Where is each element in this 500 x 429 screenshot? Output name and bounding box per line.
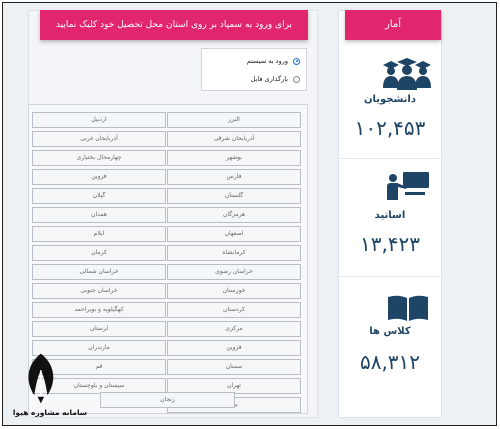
province-button[interactable]: خوزستان xyxy=(167,283,301,299)
province-button[interactable]: چهارمحال بختیاری xyxy=(32,150,166,166)
teacher-icon xyxy=(387,172,429,200)
stat-divider xyxy=(338,158,442,159)
province-button[interactable]: کرمانشاه xyxy=(167,245,301,261)
radio-upload[interactable]: بارگذاری فایل xyxy=(202,70,306,88)
province-button[interactable]: آذربایجان غربی xyxy=(32,131,166,147)
students-count: ۱۰۲,۴۵۳ xyxy=(354,116,426,140)
province-button[interactable]: کهگیلویه و بویراحمد xyxy=(32,302,166,318)
teachers-count: ۱۳,۴۲۳ xyxy=(359,232,421,256)
province-button[interactable]: بوشهر xyxy=(167,150,301,166)
students-icon xyxy=(383,58,431,90)
radio-upload-label: بارگذاری فایل xyxy=(250,75,288,83)
province-button[interactable]: گلستان xyxy=(167,188,301,204)
province-button[interactable]: سمنان xyxy=(167,359,301,375)
province-button[interactable]: خراسان رضوی xyxy=(167,264,301,280)
province-button[interactable]: البرز xyxy=(167,112,301,128)
watermark-text: سامانه مشاوره هیوا xyxy=(12,408,88,417)
province-button[interactable]: قزوین xyxy=(32,169,166,185)
province-button[interactable]: مرکزی xyxy=(167,321,301,337)
radio-login[interactable]: ورود به سیستم xyxy=(202,52,306,70)
province-button[interactable]: فارس xyxy=(167,169,301,185)
province-button[interactable]: همدان xyxy=(32,207,166,223)
province-button[interactable]: اصفهان xyxy=(167,226,301,242)
radio-unselected-icon[interactable] xyxy=(293,75,300,83)
province-button[interactable]: ایلام xyxy=(32,226,166,242)
classes-count: ۵۸,۳۱۲ xyxy=(359,350,421,374)
province-button[interactable]: قزوین xyxy=(167,340,301,356)
province-button[interactable]: آذربایجان شرقی xyxy=(167,131,301,147)
province-button[interactable]: هرمزگان xyxy=(167,207,301,223)
province-button[interactable]: خراسان شمالی xyxy=(32,264,166,280)
teachers-label: اساتید xyxy=(374,210,406,221)
province-button[interactable]: زنجان xyxy=(100,392,235,408)
quill-logo-icon xyxy=(28,353,54,404)
stat-divider xyxy=(338,276,442,277)
province-button[interactable]: لرستان xyxy=(32,321,166,337)
province-button[interactable]: گیلان xyxy=(32,188,166,204)
province-button[interactable]: کرمان xyxy=(32,245,166,261)
students-label: دانشجویان xyxy=(363,94,416,105)
radio-selected-icon[interactable] xyxy=(293,57,300,65)
stats-header: آمار xyxy=(345,10,441,40)
province-button[interactable]: اردبیل xyxy=(32,112,166,128)
mode-radio-group: ورود به سیستم بارگذاری فایل xyxy=(201,48,307,91)
province-select-header[interactable]: برای ورود به سمپاد بر روی استان محل تحصی… xyxy=(40,10,308,40)
province-button[interactable]: خراسان جنوبی xyxy=(32,283,166,299)
province-button[interactable]: کردستان xyxy=(167,302,301,318)
radio-login-label: ورود به سیستم xyxy=(246,57,288,65)
classes-label: کلاس ها xyxy=(369,326,411,337)
book-icon xyxy=(388,295,428,321)
